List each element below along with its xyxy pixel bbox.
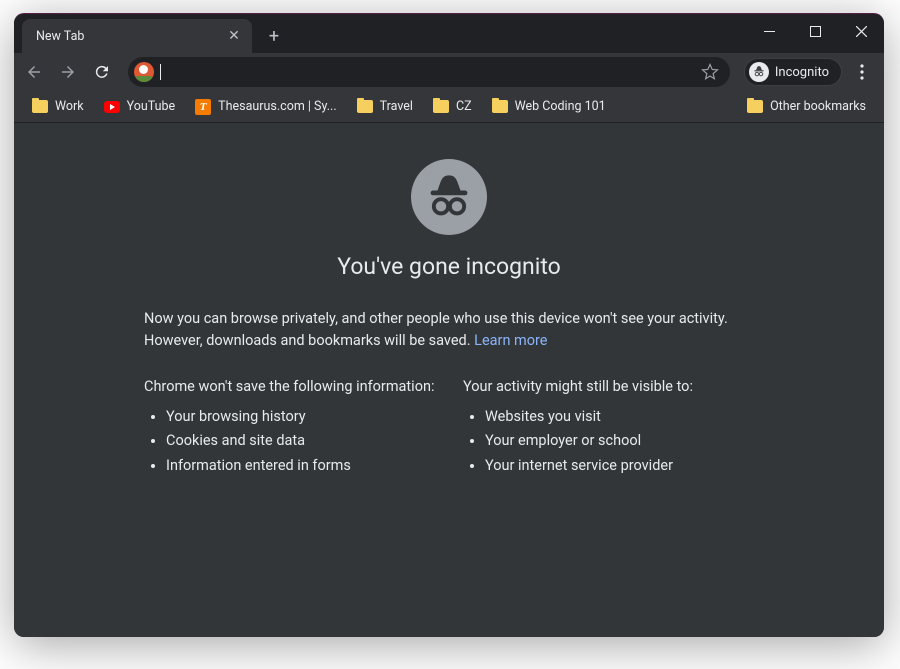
tab-title: New Tab [36, 29, 226, 44]
folder-icon [32, 100, 48, 113]
bookmark-label: Travel [380, 99, 413, 114]
column-not-saved: Chrome won't save the following informat… [144, 378, 435, 479]
folder-icon [492, 100, 508, 113]
bookmark-label: YouTube [127, 99, 176, 114]
text-cursor [160, 64, 161, 80]
address-bar[interactable] [128, 57, 730, 87]
bookmark-label: Work [55, 99, 84, 114]
page-content: You've gone incognito Now you can browse… [14, 123, 884, 637]
list-item: Your employer or school [485, 429, 754, 454]
list-item: Your internet service provider [485, 454, 754, 479]
learn-more-link[interactable]: Learn more [474, 332, 547, 349]
bookmarks-bar: Work YouTube T Thesaurus.com | Sy... Trav… [14, 91, 884, 123]
folder-icon [747, 100, 763, 113]
column-heading: Chrome won't save the following informat… [144, 378, 435, 395]
other-bookmarks[interactable]: Other bookmarks [739, 95, 874, 118]
youtube-icon [104, 101, 120, 113]
folder-icon [433, 100, 449, 113]
info-columns: Chrome won't save the following informat… [144, 378, 754, 479]
incognito-indicator: Incognito [744, 58, 842, 86]
browser-window: New Tab ✕ + [14, 13, 884, 637]
page-heading: You've gone incognito [337, 253, 561, 280]
back-button[interactable] [18, 57, 50, 87]
kebab-menu-button[interactable] [846, 57, 878, 87]
intro-body: Now you can browse privately, and other … [144, 310, 728, 349]
forward-button[interactable] [52, 57, 84, 87]
close-window-button[interactable] [838, 14, 884, 48]
incognito-icon [749, 62, 769, 82]
intro-text: Now you can browse privately, and other … [144, 308, 754, 352]
close-tab-icon[interactable]: ✕ [226, 28, 242, 44]
list-item: Websites you visit [485, 405, 754, 430]
column-visible-to: Your activity might still be visible to:… [463, 378, 754, 479]
incognito-hero-icon [411, 159, 487, 235]
bookmark-label: Other bookmarks [770, 99, 866, 114]
bookmark-travel[interactable]: Travel [349, 95, 421, 118]
bookmark-label: CZ [456, 99, 472, 114]
duckduckgo-icon [134, 62, 154, 82]
column-heading: Your activity might still be visible to: [463, 378, 754, 395]
reload-button[interactable] [86, 57, 118, 87]
minimize-button[interactable] [746, 14, 792, 48]
maximize-button[interactable] [792, 14, 838, 48]
folder-icon [357, 100, 373, 113]
new-tab-button[interactable]: + [260, 22, 288, 50]
bookmark-cz[interactable]: CZ [425, 95, 480, 118]
browser-tab[interactable]: New Tab ✕ [22, 19, 252, 53]
list-item: Information entered in forms [166, 454, 435, 479]
bookmark-label: Web Coding 101 [515, 99, 606, 114]
incognito-label: Incognito [775, 65, 829, 80]
thesaurus-icon: T [195, 99, 211, 115]
bookmark-thesaurus[interactable]: T Thesaurus.com | Sy... [187, 95, 344, 119]
toolbar: Incognito [14, 53, 884, 91]
bookmark-label: Thesaurus.com | Sy... [218, 99, 336, 114]
titlebar: New Tab ✕ + [14, 14, 884, 53]
window-controls [746, 14, 884, 48]
bookmark-youtube[interactable]: YouTube [96, 95, 184, 118]
list-item: Your browsing history [166, 405, 435, 430]
list-item: Cookies and site data [166, 429, 435, 454]
bookmark-webcoding[interactable]: Web Coding 101 [484, 95, 614, 118]
bookmark-star-icon[interactable] [698, 60, 722, 84]
bookmark-work[interactable]: Work [24, 95, 92, 118]
